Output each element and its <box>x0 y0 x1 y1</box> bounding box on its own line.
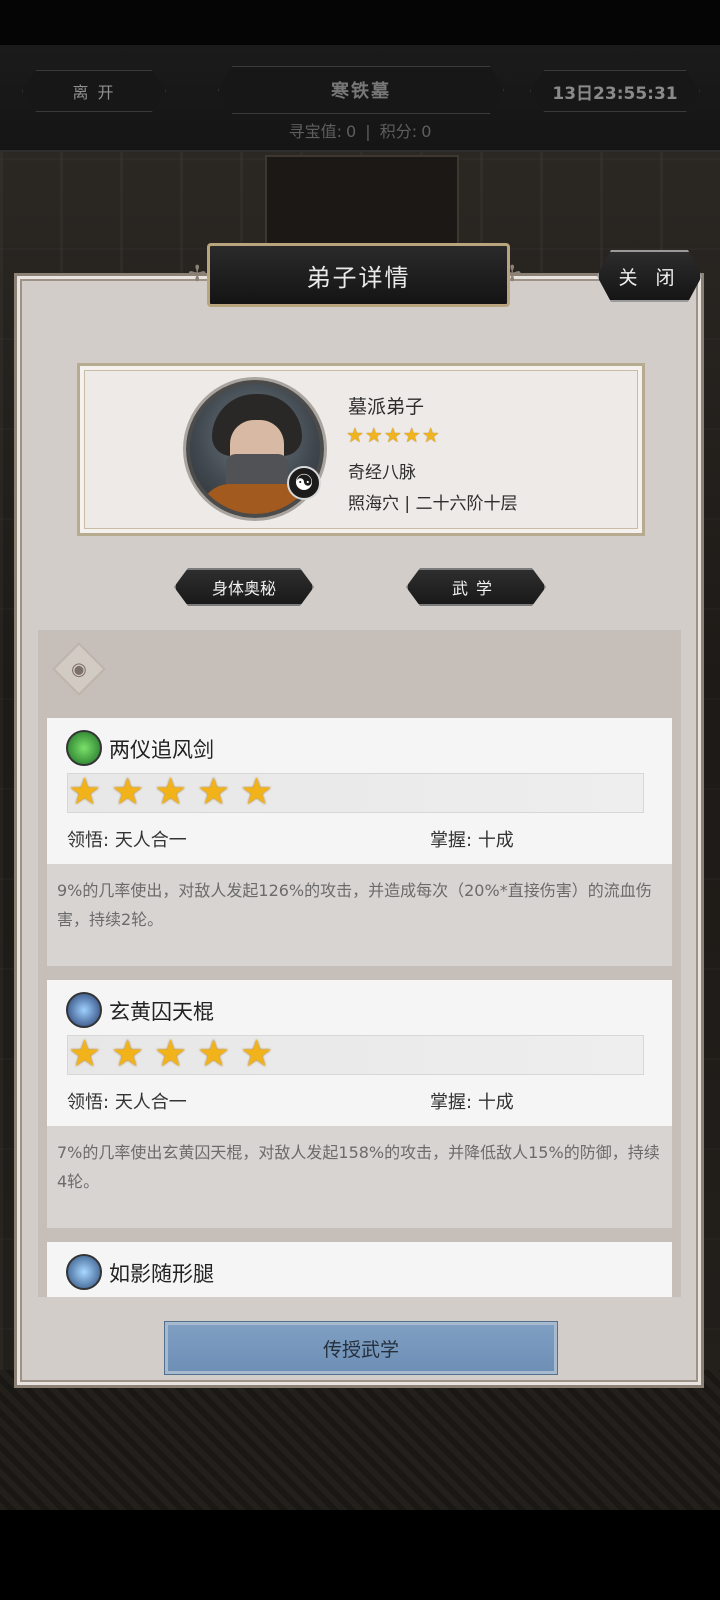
points-label: 积分: <box>379 122 418 141</box>
skill-description: 7%的几率使出玄黄囚天棍，对敌人发起158%的攻击，并降低敌人15%的防御，持续… <box>47 1126 672 1228</box>
treasure-value: 0 <box>346 122 357 141</box>
yin-yang-icon: ☯ <box>287 466 321 500</box>
teach-martial-arts-button[interactable]: 传授武学 <box>165 1322 557 1374</box>
leave-button[interactable]: 离 开 <box>22 70 166 112</box>
skill-name: 如影随形腿 <box>109 1262 214 1286</box>
kick-icon <box>66 1254 102 1290</box>
treasure-label: 寻宝值: <box>288 122 343 141</box>
background-floor <box>0 1370 720 1510</box>
disciple-progress: 照海穴 | 二十六阶十层 <box>348 494 518 514</box>
title-ornament-left: ✢ <box>188 262 207 287</box>
skill-mastery: 掌握: 十成 <box>430 1092 514 1113</box>
disciple-meridian: 奇经八脉 <box>348 463 416 483</box>
skill-card: 如影随形腿 <box>47 1242 672 1297</box>
disciple-name: 墓派弟子 <box>348 396 425 418</box>
tab-martial-arts[interactable]: 武学 <box>406 568 546 606</box>
eye-icon[interactable]: ◉ <box>52 642 106 696</box>
sword-icon <box>66 730 102 766</box>
skill-name: 两仪追风剑 <box>109 738 214 762</box>
staff-icon <box>66 992 102 1028</box>
skill-mastery: 掌握: 十成 <box>430 830 514 851</box>
skill-star-rating: ★ ★ ★ ★ ★ <box>67 1035 644 1075</box>
bottom-black-bar <box>0 1510 720 1600</box>
skill-description: 9%的几率使出，对敌人发起126%的攻击，并造成每次（20%*直接伤害）的流血伤… <box>47 864 672 966</box>
background-window <box>265 155 459 249</box>
skill-card: 两仪追风剑 ★ ★ ★ ★ ★ 领悟: 天人合一 掌握: 十成 9%的几率使出，对敌人发… <box>47 718 672 966</box>
location-title: 寒铁墓 <box>218 66 504 114</box>
score-separator: | <box>365 122 371 141</box>
skill-star-rating: ★ ★ ★ ★ ★ <box>67 773 644 813</box>
skill-list[interactable]: ◉ 两仪追风剑 ★ ★ ★ ★ ★ 领悟: 天人合一 掌握: 十成 9%的几率使出，对敌… <box>38 630 681 1297</box>
skill-comprehension: 领悟: 天人合一 <box>67 1092 187 1113</box>
close-button[interactable]: 关 闭 <box>597 250 702 302</box>
points-value: 0 <box>421 122 432 141</box>
score-line: 寻宝值: 0 | 积分: 0 <box>0 118 720 142</box>
skill-comprehension: 领悟: 天人合一 <box>67 830 187 851</box>
disciple-star-rating: ★★★★★ <box>346 423 441 447</box>
panel-title: 弟子详情 <box>207 243 510 307</box>
skill-name: 玄黄囚天棍 <box>109 1000 214 1024</box>
countdown-timer: 13日23:55:31 <box>530 70 700 112</box>
skill-card: 玄黄囚天棍 ★ ★ ★ ★ ★ 领悟: 天人合一 掌握: 十成 7%的几率使出玄黄囚天棍… <box>47 980 672 1228</box>
tab-body-secrets[interactable]: 身体奥秘 <box>174 568 314 606</box>
